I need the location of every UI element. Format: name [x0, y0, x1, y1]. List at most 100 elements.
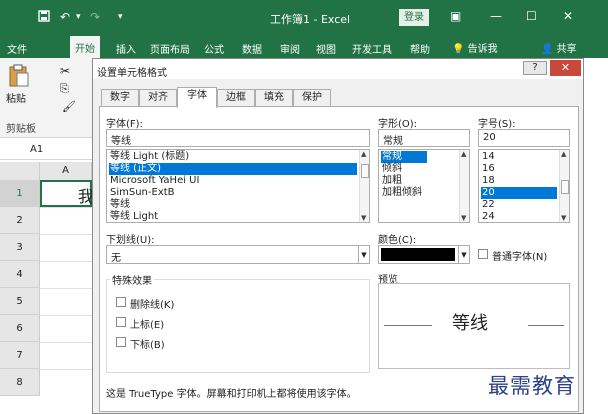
font-style-listbox[interactable]: 常规 倾斜 加粗 加粗倾斜 ▲ ▼ — [378, 149, 470, 223]
strikethrough-label[interactable]: 删除线(K) — [130, 296, 174, 311]
scroll-up-icon[interactable]: ▲ — [561, 150, 566, 158]
dialog-title: 设置单元格格式 — [97, 68, 167, 79]
normal-font-label[interactable]: 普通字体(N) — [492, 248, 547, 263]
tab-formulas[interactable]: 公式 — [204, 41, 224, 56]
font-style-option-selected[interactable]: 常规 — [381, 151, 427, 163]
paste-button[interactable]: 粘贴 — [6, 90, 26, 105]
worksheet-grid: A 1 2 3 4 5 6 7 8 我 — [0, 162, 94, 414]
close-icon[interactable]: ✕ — [563, 9, 573, 23]
scroll-down-icon[interactable]: ▼ — [461, 214, 466, 222]
scroll-thumb[interactable] — [361, 164, 369, 178]
row-header-5[interactable]: 5 — [0, 288, 40, 315]
tab-file[interactable]: 文件 — [7, 41, 27, 56]
person-icon: 👤 — [541, 44, 554, 55]
copy-icon[interactable]: ⎘ — [60, 82, 78, 98]
paste-icon[interactable] — [8, 64, 29, 87]
undo-icon[interactable]: ↶ — [60, 10, 70, 24]
scroll-down-icon[interactable]: ▼ — [561, 214, 566, 222]
tab-home[interactable]: 开始 — [70, 36, 100, 58]
chevron-down-icon[interactable]: ▼ — [358, 246, 369, 263]
font-size-option[interactable]: 18 — [481, 175, 557, 187]
grid-line — [40, 234, 92, 235]
font-size-option-selected[interactable]: 20 — [481, 187, 557, 199]
column-header-a[interactable]: A — [40, 162, 92, 180]
tell-me-box[interactable]: 💡 告诉我 — [452, 40, 498, 55]
minimize-icon[interactable]: — — [490, 9, 502, 23]
font-style-option[interactable]: 加粗 — [381, 175, 457, 187]
subscript-checkbox[interactable] — [116, 337, 126, 347]
scroll-down-icon[interactable]: ▼ — [361, 214, 366, 222]
tab-number[interactable]: 数字 — [101, 89, 139, 107]
name-box[interactable]: A1 — [0, 140, 92, 160]
font-option[interactable]: 等线 Light — [109, 211, 357, 222]
select-all-corner[interactable] — [0, 162, 40, 180]
font-style-scrollbar[interactable]: ▲ ▼ — [459, 150, 469, 222]
font-option[interactable]: 等线 Light (标题) — [109, 151, 357, 163]
grid-line — [40, 207, 92, 208]
cut-icon[interactable]: ✂ — [60, 64, 78, 80]
color-picker[interactable]: ▼ — [378, 245, 470, 264]
tab-help[interactable]: 帮助 — [410, 41, 430, 56]
maximize-icon[interactable]: ☐ — [526, 9, 537, 23]
font-style-option[interactable]: 加粗倾斜 — [381, 187, 457, 199]
font-size-scrollbar[interactable]: ▲ ▼ — [559, 150, 569, 222]
font-listbox[interactable]: 等线 Light (标题) 等线 (正文) Microsoft YaHei UI… — [106, 149, 370, 223]
scroll-up-icon[interactable]: ▲ — [461, 150, 466, 158]
font-input[interactable]: 等线 — [106, 129, 370, 147]
underline-select[interactable]: 无 ▼ — [106, 245, 370, 264]
share-button[interactable]: 👤 共享 — [541, 40, 577, 55]
row-header-7[interactable]: 7 — [0, 342, 40, 369]
font-list-scrollbar[interactable]: ▲ ▼ — [359, 150, 369, 222]
tab-fill[interactable]: 填充 — [255, 89, 293, 107]
tab-view[interactable]: 视图 — [316, 41, 336, 56]
tab-insert[interactable]: 插入 — [116, 41, 136, 56]
row-header-1[interactable]: 1 — [0, 180, 40, 207]
font-size-input[interactable]: 20 — [478, 129, 570, 147]
font-size-option[interactable]: 22 — [481, 199, 557, 211]
row-header-3[interactable]: 3 — [0, 234, 40, 261]
subscript-label[interactable]: 下标(B) — [130, 336, 165, 351]
undo-dropdown-icon[interactable]: ▾ — [76, 12, 81, 22]
font-size-option[interactable]: 16 — [481, 163, 557, 175]
tab-data[interactable]: 数据 — [242, 41, 262, 56]
scroll-thumb[interactable] — [561, 180, 569, 194]
tab-developer[interactable]: 开发工具 — [352, 41, 392, 56]
strikethrough-checkbox[interactable] — [116, 297, 126, 307]
tab-border[interactable]: 边框 — [217, 89, 255, 107]
tab-font[interactable]: 字体 — [177, 87, 217, 108]
superscript-label[interactable]: 上标(E) — [130, 316, 164, 331]
customize-qat-icon[interactable]: ▾ — [118, 12, 123, 22]
row-header-6[interactable]: 6 — [0, 315, 40, 342]
tab-protection[interactable]: 保护 — [293, 89, 331, 107]
login-button[interactable]: 登录 — [399, 9, 429, 26]
tab-page-layout[interactable]: 页面布局 — [150, 41, 190, 56]
font-size-option[interactable]: 14 — [481, 151, 557, 163]
font-option[interactable]: Microsoft YaHei UI — [109, 175, 357, 187]
font-size-option[interactable]: 24 — [481, 211, 557, 222]
grid-line — [40, 261, 92, 262]
ribbon-display-icon[interactable]: ▣ — [450, 9, 461, 23]
tab-alignment[interactable]: 对齐 — [139, 89, 177, 107]
dialog-title-bar[interactable]: 设置单元格格式 ? ✕ — [93, 59, 583, 79]
font-style-input[interactable]: 常规 — [378, 129, 470, 147]
row-header-4[interactable]: 4 — [0, 261, 40, 288]
help-button[interactable]: ? — [523, 61, 547, 75]
tab-review[interactable]: 审阅 — [280, 41, 300, 56]
share-label: 共享 — [556, 44, 577, 55]
normal-font-checkbox[interactable] — [478, 249, 488, 259]
font-option[interactable]: SimSun-ExtB — [109, 187, 357, 199]
row-header-8[interactable]: 8 — [0, 369, 40, 396]
font-style-option[interactable]: 倾斜 — [381, 163, 457, 175]
lightbulb-icon: 💡 — [452, 44, 465, 55]
font-size-listbox[interactable]: 14 16 18 20 22 24 ▲ ▼ — [478, 149, 570, 223]
superscript-checkbox[interactable] — [116, 317, 126, 327]
save-icon[interactable] — [38, 10, 50, 25]
chevron-down-icon[interactable]: ▼ — [458, 246, 469, 263]
font-option-selected[interactable]: 等线 (正文) — [109, 163, 357, 175]
font-option[interactable]: 等线 — [109, 199, 357, 211]
format-painter-icon[interactable]: 🖌 — [62, 100, 80, 116]
row-header-2[interactable]: 2 — [0, 207, 40, 234]
dialog-close-button[interactable]: ✕ — [550, 60, 581, 76]
redo-icon[interactable]: ↷ — [90, 10, 100, 24]
scroll-up-icon[interactable]: ▲ — [361, 150, 366, 158]
